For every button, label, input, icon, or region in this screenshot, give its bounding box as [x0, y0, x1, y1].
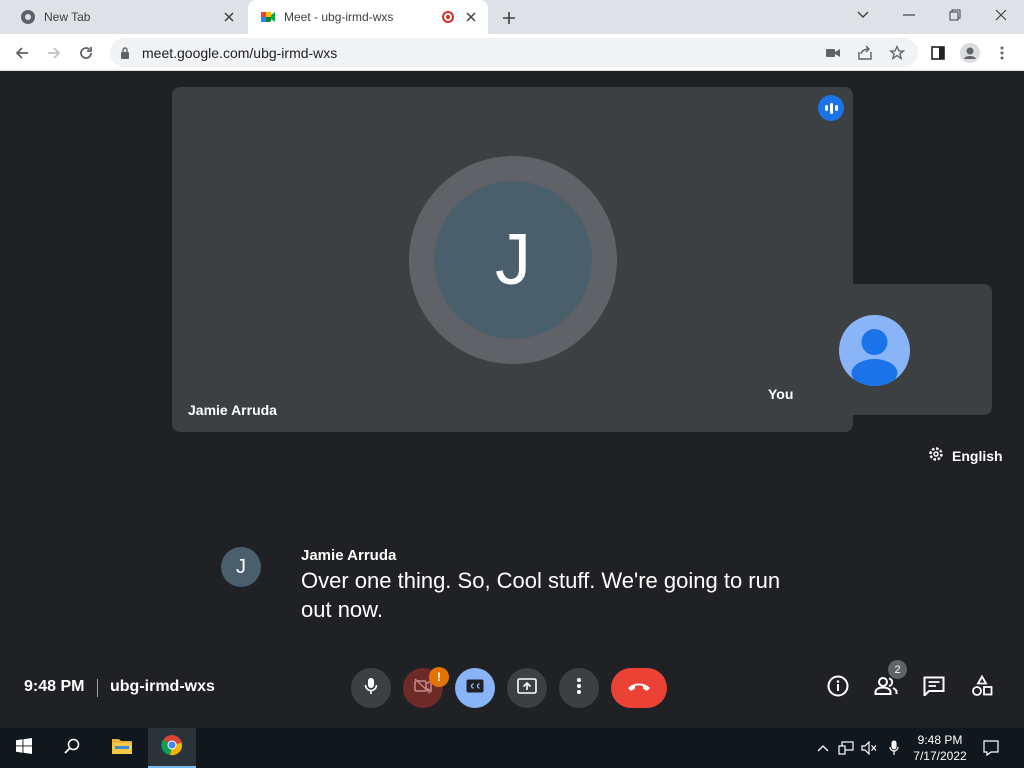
avatar: J [434, 181, 592, 339]
file-explorer-button[interactable] [98, 728, 146, 768]
activities-button[interactable] [969, 674, 995, 702]
url-text: meet.google.com/ubg-irmd-wxs [142, 45, 338, 61]
minimize-icon[interactable] [896, 4, 922, 26]
notifications-icon[interactable] [983, 740, 999, 756]
captions-button[interactable] [455, 668, 495, 708]
lock-icon[interactable] [120, 46, 130, 64]
windows-taskbar: 9:48 PM 7/17/2022 [0, 728, 1024, 768]
profile-icon[interactable] [958, 41, 982, 65]
windows-logo-icon [16, 737, 32, 759]
tab-title: Meet - ubg-irmd-wxs [284, 10, 394, 24]
chrome-taskbar-button[interactable] [148, 728, 196, 768]
people-count-badge: 2 [888, 660, 907, 679]
meeting-time: 9:48 PM [24, 678, 85, 695]
tab-search-icon[interactable] [850, 4, 876, 26]
end-call-button[interactable] [611, 668, 667, 708]
tab-meet[interactable]: Meet - ubg-irmd-wxs [248, 0, 488, 34]
search-icon [64, 738, 80, 759]
forward-icon[interactable] [42, 41, 66, 65]
more-vert-icon [577, 677, 581, 699]
bookmark-star-icon[interactable] [888, 44, 906, 62]
close-tab-icon[interactable] [220, 8, 238, 26]
tab-title: New Tab [44, 10, 91, 24]
microphone-in-use-icon[interactable] [886, 740, 902, 756]
new-tab-button[interactable] [498, 7, 520, 29]
participant-tile-self[interactable]: You [757, 284, 992, 415]
caption-language-button[interactable]: English [928, 446, 1003, 465]
avatar [839, 315, 910, 386]
camera-warning-badge: ! [429, 667, 449, 687]
participant-name: Jamie Arruda [188, 402, 277, 418]
more-options-button[interactable] [559, 668, 599, 708]
address-bar[interactable]: meet.google.com/ubg-irmd-wxs [110, 38, 918, 67]
caption-speaker: Jamie Arruda [301, 547, 397, 564]
divider [97, 679, 98, 697]
present-screen-icon [517, 677, 537, 699]
share-icon[interactable] [856, 44, 874, 62]
chrome-icon [20, 9, 36, 25]
tab-strip: New Tab Meet - ubg-irmd-wxs [0, 0, 1024, 34]
network-icon[interactable] [838, 740, 854, 756]
chat-icon [923, 676, 945, 701]
start-button[interactable] [0, 728, 48, 768]
caption-language-label: English [952, 447, 1003, 464]
folder-icon [111, 737, 133, 760]
microphone-button[interactable] [351, 668, 391, 708]
camera-icon[interactable] [824, 44, 842, 62]
search-button[interactable] [48, 728, 96, 768]
info-icon [827, 675, 849, 702]
microphone-icon [364, 677, 378, 700]
show-hidden-icons-icon[interactable] [815, 740, 831, 756]
chat-button[interactable] [921, 675, 947, 701]
gear-icon [928, 446, 944, 465]
close-tab-icon[interactable] [462, 8, 480, 26]
close-window-icon[interactable] [988, 4, 1014, 26]
people-icon [874, 676, 898, 700]
volume-muted-icon[interactable] [861, 740, 877, 756]
participant-name: You [768, 386, 794, 402]
recording-icon [442, 11, 454, 23]
browser-toolbar: meet.google.com/ubg-irmd-wxs [0, 34, 1024, 71]
reload-icon[interactable] [74, 41, 98, 65]
caption-avatar: J [221, 547, 261, 587]
hang-up-icon [627, 679, 651, 697]
system-clock[interactable]: 9:48 PM 7/17/2022 [908, 732, 972, 764]
activities-shapes-icon [971, 674, 993, 702]
closed-captions-icon [466, 679, 484, 698]
meeting-code: ubg-irmd-wxs [110, 678, 215, 695]
participant-tile-main[interactable]: J Jamie Arruda [172, 87, 853, 432]
tab-new-tab[interactable]: New Tab [8, 0, 246, 34]
menu-kebab-icon[interactable] [990, 41, 1014, 65]
side-panel-icon[interactable] [926, 41, 950, 65]
meet-icon [260, 9, 276, 25]
caption-text: Over one thing. So, Cool stuff. We're go… [301, 568, 781, 622]
system-date: 7/17/2022 [913, 749, 967, 763]
speaking-indicator-icon [818, 95, 844, 121]
meeting-details-button[interactable] [825, 675, 851, 701]
restore-icon[interactable] [942, 4, 968, 26]
back-icon[interactable] [10, 41, 34, 65]
system-time: 9:48 PM [917, 733, 963, 747]
present-button[interactable] [507, 668, 547, 708]
chrome-icon [161, 734, 183, 761]
